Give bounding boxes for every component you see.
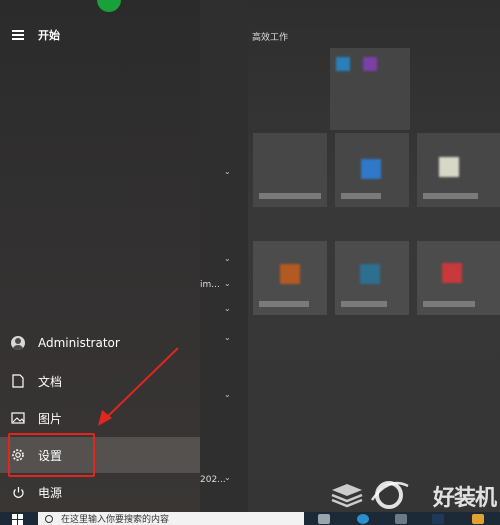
task-view-icon[interactable]	[318, 514, 330, 524]
power-icon	[11, 485, 25, 499]
app-icon	[361, 159, 381, 179]
power-label: 电源	[38, 485, 63, 500]
search-icon	[45, 514, 53, 523]
photoshop-icon[interactable]	[432, 514, 444, 524]
tile-group-folder[interactable]	[330, 48, 410, 130]
tiles-section-title: 高效工作	[252, 33, 289, 43]
hamburger-menu-icon[interactable]	[12, 29, 28, 41]
search-placeholder: 在这里输入你要搜索的内容	[61, 515, 170, 525]
chevron-down-icon[interactable]: ⌄	[224, 333, 231, 342]
chevron-down-icon[interactable]: ⌄	[224, 167, 231, 176]
app-icon	[442, 263, 462, 283]
taskbar-search-input[interactable]: 在这里输入你要搜索的内容	[38, 512, 304, 525]
app-icon	[360, 264, 380, 284]
picture-icon	[11, 411, 25, 425]
watermark-ie-icon	[370, 481, 409, 509]
documents-label: 文档	[38, 374, 63, 389]
start-header: 开始	[0, 22, 60, 48]
app-list-item-label[interactable]: im...	[200, 280, 220, 290]
tile[interactable]	[253, 133, 327, 207]
settings-highlight-box	[8, 433, 95, 477]
annotation-arrow	[98, 347, 179, 426]
start-title: 开始	[38, 29, 60, 42]
pictures-label: 图片	[38, 411, 63, 426]
tile[interactable]	[253, 241, 327, 315]
tile[interactable]	[417, 133, 500, 207]
avatar	[11, 336, 25, 350]
chevron-down-icon[interactable]: ⌄	[224, 254, 231, 263]
watermark-text: 好装机	[432, 486, 497, 511]
tile[interactable]	[417, 241, 500, 315]
chevron-down-icon[interactable]: ⌄	[224, 304, 231, 313]
chevron-down-icon[interactable]: ⌄	[224, 390, 231, 399]
watermark-logo-icon	[331, 484, 363, 508]
watermark: 好装机	[330, 478, 500, 512]
app-list-item-label[interactable]: 202...	[200, 475, 226, 485]
edge-icon[interactable]	[357, 514, 369, 524]
windows-start-icon[interactable]	[12, 514, 24, 525]
app-icon	[336, 57, 350, 71]
power-item[interactable]: 电源	[0, 474, 200, 510]
app-icon	[280, 264, 300, 284]
store-icon[interactable]	[395, 514, 407, 524]
tile[interactable]	[335, 133, 409, 207]
app-icon[interactable]	[472, 514, 484, 524]
tile[interactable]	[335, 241, 409, 315]
chevron-down-icon[interactable]: ⌄	[224, 279, 231, 288]
document-icon	[11, 374, 25, 388]
app-icon	[439, 157, 459, 177]
app-icon	[363, 57, 377, 71]
